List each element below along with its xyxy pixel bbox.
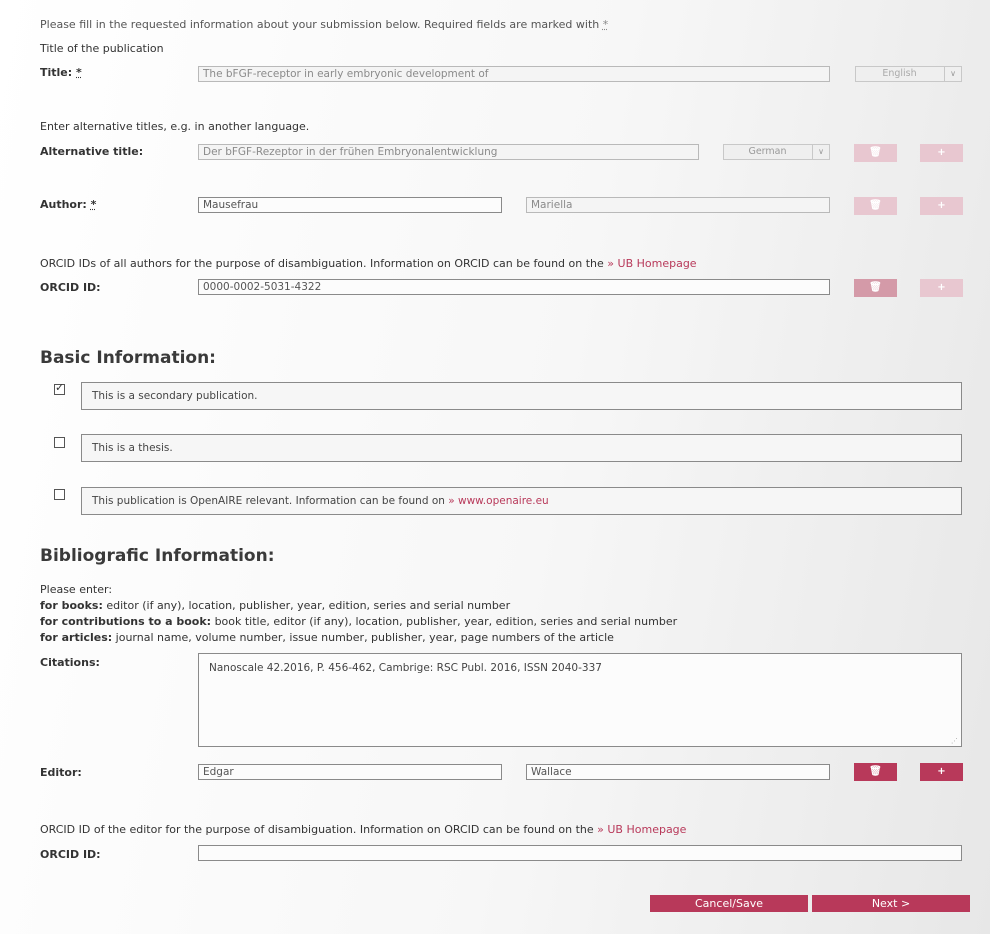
- alt-title-delete-button[interactable]: 🗑: [854, 144, 897, 162]
- plus-icon: +: [937, 766, 946, 777]
- chevron-down-icon: ∨: [812, 145, 829, 159]
- alt-title-language-select[interactable]: German ∨: [723, 144, 830, 160]
- citations-label: Citations:: [40, 656, 100, 669]
- biblio-books-text: editor (if any), location, publisher, ye…: [106, 599, 511, 612]
- chevron-down-icon: ∨: [944, 67, 961, 81]
- biblio-books-line: for books: editor (if any), location, pu…: [40, 599, 510, 612]
- title-required-marker: *: [76, 66, 82, 79]
- editor-first-name-input[interactable]: Wallace: [526, 764, 830, 780]
- editor-delete-button[interactable]: 🗑: [854, 763, 897, 781]
- next-button[interactable]: Next >: [812, 895, 970, 912]
- title-language-value: English: [882, 68, 917, 79]
- editor-label: Editor:: [40, 766, 82, 779]
- author-last-name-input[interactable]: Mausefrau: [198, 197, 502, 213]
- alt-title-input[interactable]: Der bFGF-Rezeptor in der frühen Embryona…: [198, 144, 699, 160]
- trash-icon: 🗑: [869, 147, 882, 158]
- biblio-please: Please enter:: [40, 583, 113, 596]
- author-required-marker: *: [90, 198, 97, 211]
- biblio-heading: Bibliografic Information:: [40, 546, 275, 566]
- title-label: Title: *: [40, 66, 82, 79]
- orcid-authors-hint-text: ORCID IDs of all authors for the purpose…: [40, 257, 604, 270]
- trash-icon: 🗑: [869, 200, 882, 211]
- cancel-save-button[interactable]: Cancel/Save: [650, 895, 808, 912]
- biblio-contrib-text: book title, editor (if any), location, p…: [214, 615, 678, 628]
- alt-title-label: Alternative title:: [40, 145, 144, 158]
- openaire-checkbox[interactable]: [54, 489, 65, 500]
- author-label-text: Author:: [40, 198, 87, 211]
- orcid-authors-input[interactable]: 0000-0002-5031-4322: [198, 279, 830, 295]
- editor-add-button[interactable]: +: [920, 763, 963, 781]
- openaire-label: This publication is OpenAIRE relevant. I…: [81, 487, 962, 515]
- openaire-link[interactable]: » www.openaire.eu: [448, 495, 548, 507]
- title-heading: Title of the publication: [40, 42, 164, 55]
- ub-homepage-link[interactable]: » UB Homepage: [607, 257, 696, 270]
- title-language-select[interactable]: English ∨: [855, 66, 962, 82]
- biblio-articles-text: journal name, volume number, issue numbe…: [115, 631, 614, 644]
- openaire-label-text: This publication is OpenAIRE relevant. I…: [92, 495, 445, 507]
- orcid-editor-input[interactable]: [198, 845, 962, 861]
- biblio-contrib-bold: for contributions to a book:: [40, 615, 212, 628]
- checkmark-icon: ✓: [55, 381, 65, 394]
- orcid-editor-hint: ORCID ID of the editor for the purpose o…: [40, 823, 686, 836]
- alt-title-hint: Enter alternative titles, e.g. in anothe…: [40, 120, 310, 133]
- orcid-delete-button[interactable]: 🗑: [854, 279, 897, 297]
- thesis-label: This is a thesis.: [81, 434, 962, 462]
- plus-icon: +: [937, 200, 946, 211]
- trash-icon: 🗑: [869, 766, 882, 777]
- biblio-books-bold: for books:: [40, 599, 103, 612]
- orcid-authors-hint: ORCID IDs of all authors for the purpose…: [40, 257, 697, 270]
- author-label: Author: *: [40, 198, 96, 211]
- intro-text: Please fill in the requested information…: [40, 18, 608, 31]
- title-input[interactable]: The bFGF-receptor in early embryonic dev…: [198, 66, 830, 82]
- orcid-authors-label: ORCID ID:: [40, 281, 101, 294]
- biblio-articles-line: for articles: journal name, volume numbe…: [40, 631, 614, 644]
- secondary-publication-label: This is a secondary publication.: [81, 382, 962, 410]
- resize-grip-icon[interactable]: ⋰: [951, 737, 958, 745]
- plus-icon: +: [937, 282, 946, 293]
- orcid-add-button[interactable]: +: [920, 279, 963, 297]
- alt-title-add-button[interactable]: +: [920, 144, 963, 162]
- orcid-editor-label: ORCID ID:: [40, 848, 101, 861]
- citations-textarea[interactable]: Nanoscale 42.2016, P. 456-462, Cambrige:…: [198, 653, 962, 747]
- author-delete-button[interactable]: 🗑: [854, 197, 897, 215]
- orcid-editor-hint-text: ORCID ID of the editor for the purpose o…: [40, 823, 594, 836]
- required-marker: *: [602, 18, 609, 31]
- plus-icon: +: [937, 147, 946, 158]
- author-add-button[interactable]: +: [920, 197, 963, 215]
- basic-info-heading: Basic Information:: [40, 348, 216, 368]
- alt-title-language-value: German: [748, 146, 787, 157]
- secondary-publication-checkbox[interactable]: ✓: [54, 381, 65, 395]
- citations-value: Nanoscale 42.2016, P. 456-462, Cambrige:…: [209, 662, 602, 674]
- title-label-text: Title:: [40, 66, 73, 79]
- biblio-articles-bold: for articles:: [40, 631, 113, 644]
- biblio-contrib-line: for contributions to a book: book title,…: [40, 615, 677, 628]
- trash-icon: 🗑: [869, 282, 882, 293]
- editor-last-name-input[interactable]: Edgar: [198, 764, 502, 780]
- author-first-name-input[interactable]: Mariella: [526, 197, 830, 213]
- ub-homepage-link[interactable]: » UB Homepage: [597, 823, 686, 836]
- intro-sentence: Please fill in the requested information…: [40, 18, 600, 31]
- thesis-checkbox[interactable]: [54, 437, 65, 448]
